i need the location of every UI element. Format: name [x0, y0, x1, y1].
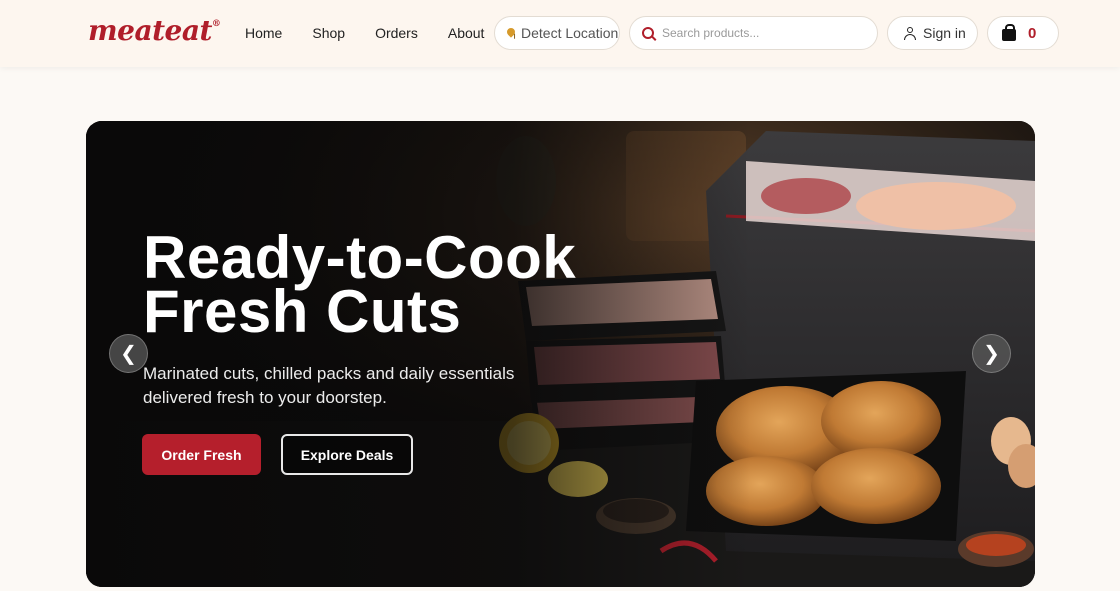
- sign-in-button[interactable]: Sign in: [887, 16, 978, 50]
- sign-in-label: Sign in: [923, 25, 966, 41]
- shopping-bag-icon: [1002, 24, 1016, 41]
- hero-title: Ready-to-Cook Fresh Cuts: [143, 224, 577, 345]
- nav-home[interactable]: Home: [245, 25, 282, 41]
- hero-background-image: [86, 121, 1035, 587]
- location-pin-icon: [505, 26, 517, 38]
- order-fresh-button[interactable]: Order Fresh: [142, 434, 261, 475]
- detect-location-label: Detect Location: [521, 25, 619, 41]
- search-bar[interactable]: [629, 16, 878, 50]
- detect-location-button[interactable]: Detect Location: [494, 16, 620, 50]
- carousel-next-button[interactable]: ❯: [972, 334, 1011, 373]
- hero-title-line-2: Fresh Cuts: [143, 278, 462, 345]
- carousel-prev-button[interactable]: ❮: [109, 334, 148, 373]
- user-icon: [904, 26, 916, 40]
- logo-text: meateat: [88, 14, 212, 47]
- explore-deals-button[interactable]: Explore Deals: [281, 434, 413, 475]
- chevron-right-icon: ❯: [983, 343, 1000, 365]
- nav-orders[interactable]: Orders: [375, 25, 418, 41]
- chevron-left-icon: ❮: [120, 343, 137, 365]
- registered-mark: ®: [211, 18, 221, 29]
- hero-title-line-1: Ready-to-Cook: [143, 224, 577, 291]
- nav-about[interactable]: About: [448, 25, 485, 41]
- search-input[interactable]: [662, 26, 862, 40]
- brand-logo[interactable]: meateat®: [88, 14, 221, 47]
- search-icon: [642, 27, 654, 39]
- hero-subtitle: Marinated cuts, chilled packs and daily …: [143, 364, 515, 407]
- cart-count-badge: 0: [1028, 24, 1037, 42]
- site-header: meateat® Home Shop Orders About Detect L…: [0, 0, 1120, 67]
- nav-shop[interactable]: Shop: [312, 25, 345, 41]
- hero-banner: Ready-to-Cook Fresh Cuts Marinated cuts,…: [86, 121, 1035, 587]
- cart-button[interactable]: 0: [987, 16, 1059, 50]
- main-nav: Home Shop Orders About: [245, 25, 514, 41]
